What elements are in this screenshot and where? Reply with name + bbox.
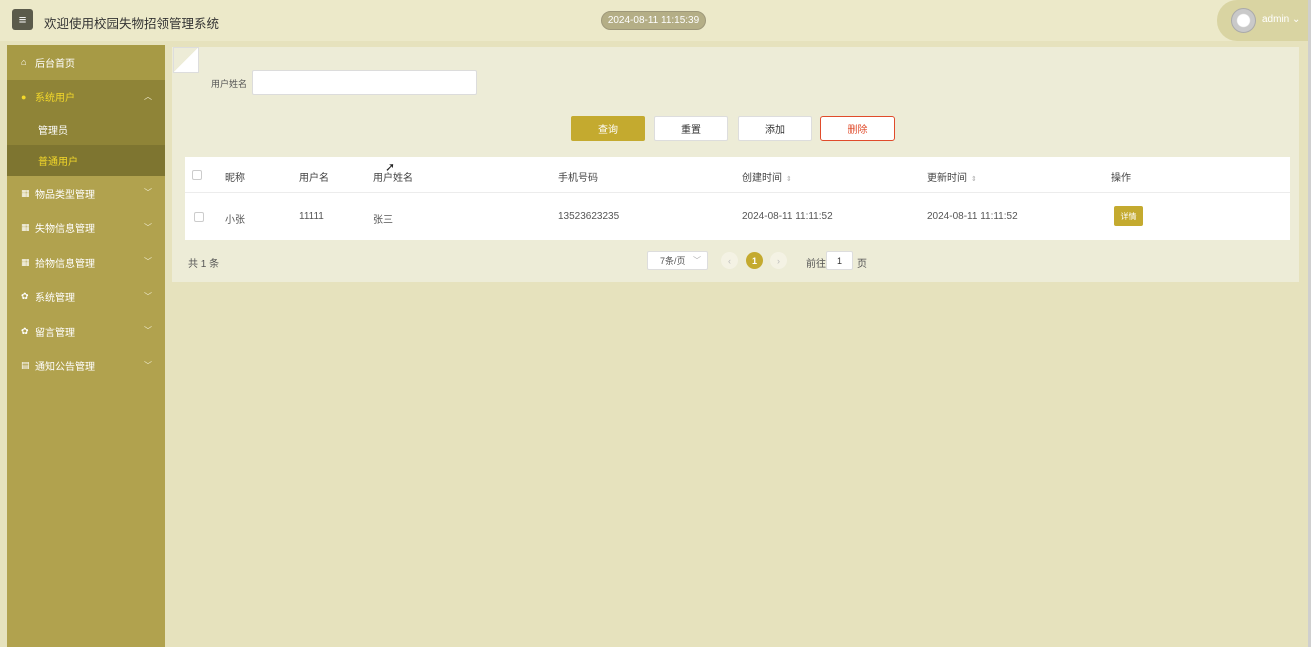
sidebar-item-label: 留言管理 <box>35 327 75 339</box>
page-number-current[interactable]: 1 <box>746 252 763 269</box>
sidebar-item-label: 系统用户 <box>35 93 75 105</box>
sidebar-item-label: 系统管理 <box>35 293 75 305</box>
column-header-created[interactable]: 创建时间 ⇕ <box>742 169 792 184</box>
column-header-username: 用户名 <box>299 173 329 184</box>
sidebar: ⌂ 后台首页 ● 系统用户 ︿ 管理员 普通用户 ▦ 物品类型管理 ﹀ ▦ 失物… <box>7 45 165 647</box>
sidebar-item-label: 后台首页 <box>35 58 75 70</box>
username-text: admin <box>1262 14 1290 25</box>
column-header-nickname: 昵称 <box>225 173 245 184</box>
sort-icon[interactable]: ⇕ <box>786 176 792 183</box>
select-all-checkbox[interactable] <box>192 170 202 180</box>
sidebar-subitem-label: 普通用户 <box>38 157 78 168</box>
page-size-value: 7条/页 <box>660 256 686 266</box>
sidebar-item-notices[interactable]: ▤ 通知公告管理 ﹀ <box>7 349 165 384</box>
chevron-down-icon: ﹀ <box>144 257 152 266</box>
sidebar-item-label: 通知公告管理 <box>35 362 95 374</box>
sidebar-item-system-settings[interactable]: ✿ 系统管理 ﹀ <box>7 280 165 315</box>
sidebar-subitem-normal-users[interactable]: 普通用户 <box>7 145 165 176</box>
search-input[interactable] <box>252 70 477 95</box>
chevron-down-icon: ﹀ <box>144 291 152 301</box>
page-size-select[interactable]: 7条/页 ﹀ <box>647 251 708 270</box>
sidebar-subitem-admin[interactable]: 管理员 <box>7 114 165 145</box>
goto-page-input[interactable] <box>826 251 853 270</box>
menu-toggle-icon[interactable]: ≡ <box>12 9 33 30</box>
cell-phone: 13523623235 <box>558 211 620 222</box>
search-label: 用户姓名 <box>211 79 248 89</box>
home-icon: ⌂ <box>21 57 27 68</box>
sidebar-item-label: 拾物信息管理 <box>35 258 95 270</box>
gear-icon: ✿ <box>21 325 29 336</box>
column-header-actions: 操作 <box>1111 173 1131 184</box>
app-title: 欢迎使用校园失物招领管理系统 <box>44 17 220 31</box>
cell-username: 11111 <box>299 211 324 222</box>
next-page-button[interactable]: › <box>770 252 787 269</box>
datetime-badge: 2024-08-11 11:15:39 <box>601 11 706 30</box>
reset-button[interactable]: 重置 <box>654 116 728 141</box>
sidebar-item-item-types[interactable]: ▦ 物品类型管理 ﹀ <box>7 176 165 211</box>
chevron-down-icon: ﹀ <box>144 222 152 232</box>
table-header: 昵称 用户名 用户姓名 手机号码 创建时间 ⇕ 更新时间 ⇕ 操作 <box>185 157 1290 193</box>
sidebar-item-home[interactable]: ⌂ 后台首页 <box>7 45 165 80</box>
cell-nickname: 小张 <box>225 215 245 226</box>
mouse-cursor-icon: ➚ <box>385 160 396 174</box>
top-bar: ≡ 欢迎使用校园失物招领管理系统 2024-08-11 11:15:39 adm… <box>0 0 1311 41</box>
goto-label: 前往 <box>806 259 826 270</box>
user-icon: ● <box>21 91 27 102</box>
avatar[interactable] <box>1231 8 1256 33</box>
sidebar-item-label: 物品类型管理 <box>35 189 95 201</box>
cell-created: 2024-08-11 11:11:52 <box>742 211 833 222</box>
prev-page-button[interactable]: ‹ <box>721 252 738 269</box>
chevron-down-icon: ﹀ <box>693 256 701 265</box>
chevron-down-icon: ﹀ <box>144 360 152 370</box>
users-table: 昵称 用户名 用户姓名 手机号码 创建时间 ⇕ 更新时间 ⇕ 操作 小张 11111… <box>185 157 1290 240</box>
total-count: 共 1 条 <box>188 259 220 270</box>
user-menu[interactable]: admin ⌄ <box>1217 0 1311 41</box>
sidebar-subitem-label: 管理员 <box>38 126 68 137</box>
corner-decoration <box>173 47 199 73</box>
grid-icon: ▦ <box>21 187 30 198</box>
sidebar-item-lost-info[interactable]: ▦ 失物信息管理 ﹀ <box>7 211 165 246</box>
column-header-label: 更新时间 <box>927 173 967 184</box>
table-row[interactable]: 小张 11111 张三 13523623235 2024-08-11 11:11… <box>185 193 1290 240</box>
goto-suffix: 页 <box>857 259 867 270</box>
sort-icon[interactable]: ⇕ <box>971 176 977 183</box>
username-label[interactable]: admin ⌄ <box>1262 14 1300 25</box>
sidebar-item-messages[interactable]: ✿ 留言管理 ﹀ <box>7 314 165 349</box>
grid-icon: ▦ <box>21 256 30 267</box>
chevron-down-icon: ﹀ <box>144 188 152 197</box>
chevron-down-icon: ⌄ <box>1292 14 1301 25</box>
sidebar-item-found-info[interactable]: ▦ 拾物信息管理 ﹀ <box>7 245 165 280</box>
detail-button[interactable]: 详情 <box>1114 206 1143 226</box>
query-button[interactable]: 查询 <box>571 116 645 141</box>
delete-button[interactable]: 删除 <box>820 116 895 141</box>
grid-icon: ▦ <box>21 222 30 233</box>
column-header-label: 创建时间 <box>742 173 782 184</box>
add-button[interactable]: 添加 <box>738 116 812 141</box>
sidebar-item-system-users[interactable]: ● 系统用户 ︿ <box>7 79 165 114</box>
row-checkbox[interactable] <box>194 212 204 222</box>
sidebar-item-label: 失物信息管理 <box>35 224 95 236</box>
cell-updated: 2024-08-11 11:11:52 <box>927 211 1018 222</box>
chevron-up-icon: ︿ <box>144 91 152 101</box>
doc-icon: ▤ <box>21 360 30 371</box>
gear-icon: ✿ <box>21 291 29 302</box>
cell-realname: 张三 <box>373 215 393 226</box>
column-header-updated[interactable]: 更新时间 ⇕ <box>927 169 977 184</box>
column-header-phone: 手机号码 <box>558 173 598 184</box>
chevron-down-icon: ﹀ <box>144 326 152 335</box>
